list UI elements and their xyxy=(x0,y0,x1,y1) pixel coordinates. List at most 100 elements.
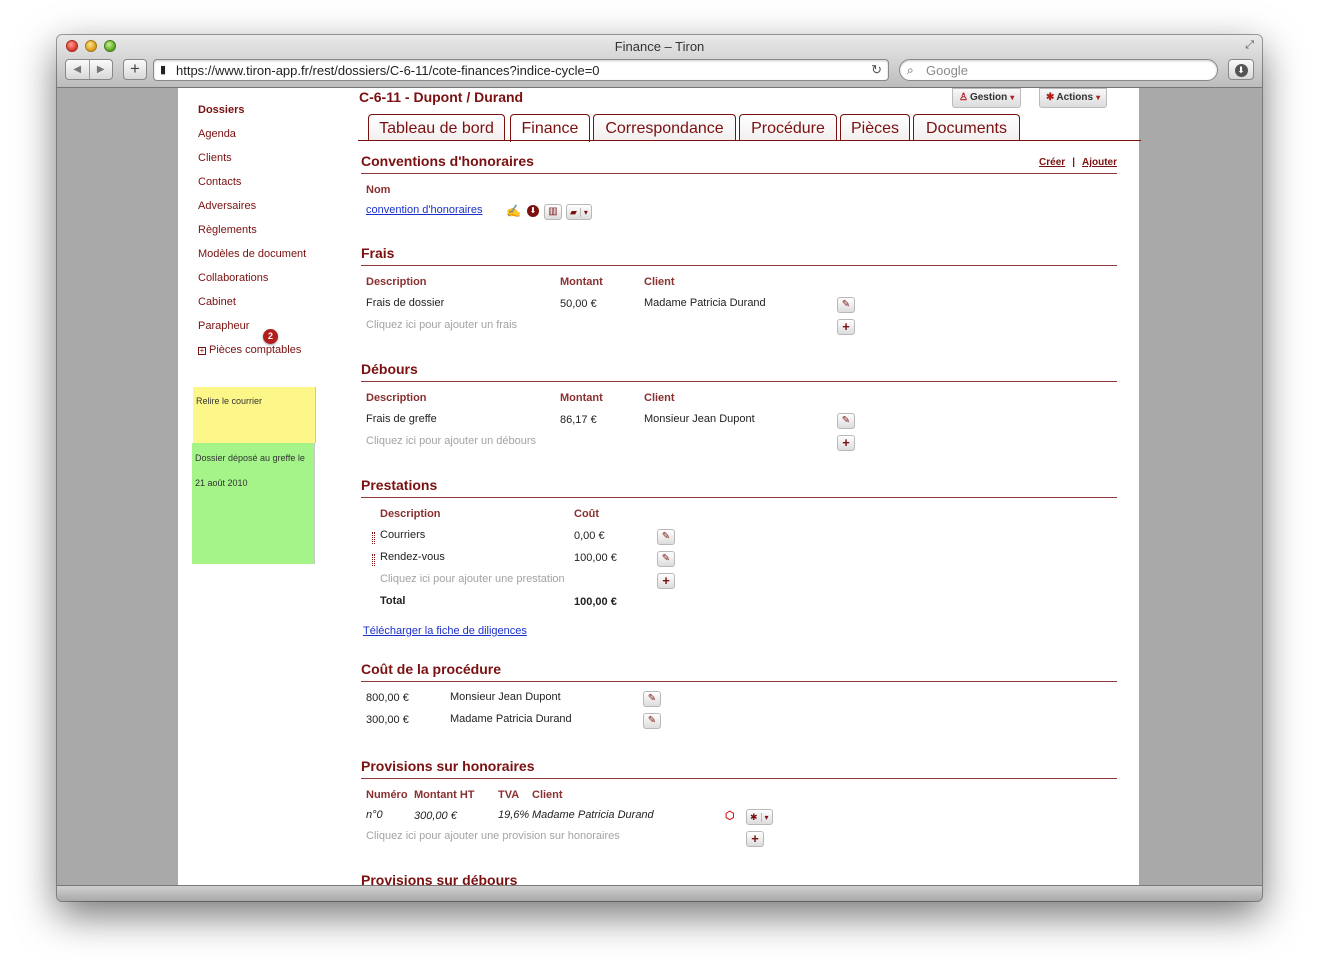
tab-correspondance[interactable]: Correspondance xyxy=(593,114,736,141)
tab-procedure[interactable]: Procédure xyxy=(739,114,837,141)
sidebar-item-reglements[interactable]: Règlements xyxy=(198,222,348,246)
edit-icon: ✎ xyxy=(647,693,657,704)
plus-icon: + xyxy=(842,319,850,334)
debours-montant: 86,17 € xyxy=(560,414,597,426)
section-title: Coût de la procédure xyxy=(361,661,502,677)
gear-icon: ✱ xyxy=(1046,92,1055,103)
add-prestation-hint[interactable]: Cliquez ici pour ajouter une prestation xyxy=(380,573,565,585)
add-debours-hint[interactable]: Cliquez ici pour ajouter un débours xyxy=(366,435,536,447)
column-header-montant: Montant xyxy=(560,276,603,288)
drag-handle-icon[interactable] xyxy=(372,554,375,566)
chevron-down-icon: ▾ xyxy=(1010,93,1015,102)
expand-icon[interactable]: + xyxy=(198,347,206,355)
prestation-cout: 100,00 € xyxy=(574,552,617,564)
search-icon: ⌕ xyxy=(907,63,914,77)
add-debours-button[interactable]: + xyxy=(837,435,855,451)
creer-link[interactable]: Créer xyxy=(1039,157,1065,168)
tab-tableau-de-bord[interactable]: Tableau de bord xyxy=(368,114,505,141)
title-bar: Finance – Tiron ⤢ ◀ ▶ + ▮ https://www.ti… xyxy=(57,35,1262,88)
sticky-note-green[interactable]: Dossier déposé au greffe le 21 août 2010 xyxy=(192,443,315,564)
sidebar-item-cabinet[interactable]: Cabinet xyxy=(198,294,348,318)
add-provision-hint[interactable]: Cliquez ici pour ajouter une provision s… xyxy=(366,830,620,842)
fullscreen-icon[interactable]: ⤢ xyxy=(1245,39,1254,52)
edit-document-icon[interactable]: ✍ xyxy=(506,204,521,218)
add-prestation-button[interactable]: + xyxy=(657,573,675,589)
tab-documents[interactable]: Documents xyxy=(913,114,1020,141)
prestation-description: Courriers xyxy=(380,529,426,541)
gestion-button[interactable]: ♙ Gestion ▾ xyxy=(952,88,1022,108)
edit-button[interactable]: ✎ xyxy=(657,551,675,567)
page-viewport: Dossiers Agenda Clients Contacts Adversa… xyxy=(57,88,1262,885)
debours-description: Frais de greffe xyxy=(366,413,437,425)
browser-window: Finance – Tiron ⤢ ◀ ▶ + ▮ https://www.ti… xyxy=(57,35,1262,901)
tab-pieces[interactable]: Pièces xyxy=(840,114,910,141)
column-header-description: Description xyxy=(366,276,427,288)
download-diligences-link[interactable]: Télécharger la fiche de diligences xyxy=(363,625,527,637)
status-bar xyxy=(57,885,1262,901)
forward-button[interactable]: ▶ xyxy=(90,60,113,79)
section-links: Créer | Ajouter xyxy=(1039,157,1117,168)
gear-icon: ✱ xyxy=(750,812,758,822)
sidebar-item-label: Pièces comptables xyxy=(209,344,302,356)
search-bar[interactable]: ⌕ Google xyxy=(899,59,1218,81)
downloads-button[interactable]: ⬇ xyxy=(1228,59,1254,80)
pdf-icon[interactable]: ⬡ xyxy=(725,808,739,824)
column-header-description: Description xyxy=(380,508,441,520)
sidebar-item-modeles[interactable]: Modèles de document xyxy=(198,246,348,270)
chevron-down-icon: ▾ xyxy=(1096,93,1101,102)
provision-client: Madame Patricia Durand xyxy=(532,809,654,821)
sidebar-item-clients[interactable]: Clients xyxy=(198,150,348,174)
edit-icon: ✎ xyxy=(841,415,851,426)
sticky-note-yellow[interactable]: Relire le courrier xyxy=(193,387,316,443)
add-frais-button[interactable]: + xyxy=(837,319,855,335)
separator: | xyxy=(1072,157,1075,168)
download-icon[interactable]: ⬇ xyxy=(527,205,539,217)
edit-icon: ✎ xyxy=(841,299,851,310)
sidebar-item-agenda[interactable]: Agenda xyxy=(198,126,348,150)
section-title: Conventions d'honoraires xyxy=(361,153,534,169)
cout-client: Monsieur Jean Dupont xyxy=(450,691,561,703)
sidebar-item-pieces-comptables[interactable]: + Pièces comptables xyxy=(198,342,348,366)
cout-montant: 800,00 € xyxy=(366,692,409,704)
parapheur-badge: 2 xyxy=(263,329,278,344)
edit-button[interactable]: ✎ xyxy=(643,713,661,729)
url-text[interactable]: https://www.tiron-app.fr/rest/dossiers/C… xyxy=(176,63,600,78)
sidebar-item-contacts[interactable]: Contacts xyxy=(198,174,348,198)
add-bookmark-button[interactable]: + xyxy=(123,59,147,80)
address-bar[interactable]: ▮ https://www.tiron-app.fr/rest/dossiers… xyxy=(153,59,889,81)
edit-button[interactable]: ✎ xyxy=(837,413,855,429)
folder-icon: ▰ xyxy=(570,207,577,217)
column-header-numero: Numéro xyxy=(366,789,408,801)
reload-icon[interactable]: ↻ xyxy=(871,62,882,78)
sidebar-item-adversaires[interactable]: Adversaires xyxy=(198,198,348,222)
sidebar-item-dossiers[interactable]: Dossiers xyxy=(198,102,348,126)
column-header-montant: Montant xyxy=(560,392,603,404)
total-value: 100,00 € xyxy=(574,596,617,608)
actions-button[interactable]: ✱ Actions ▾ xyxy=(1039,88,1108,108)
section-divider xyxy=(361,381,1117,382)
column-header-tva: TVA xyxy=(498,789,520,801)
convention-document-link[interactable]: convention d'honoraires xyxy=(366,204,482,216)
delete-button[interactable]: ▥ xyxy=(544,204,562,220)
frais-montant: 50,00 € xyxy=(560,298,597,310)
edit-button[interactable]: ✎ xyxy=(837,297,855,313)
edit-button[interactable]: ✎ xyxy=(657,529,675,545)
provision-actions-button[interactable]: ✱ ▾ xyxy=(746,809,773,825)
edit-icon: ✎ xyxy=(647,715,657,726)
cout-client: Madame Patricia Durand xyxy=(450,713,572,725)
add-frais-hint[interactable]: Cliquez ici pour ajouter un frais xyxy=(366,319,517,331)
folder-menu-button[interactable]: ▰ ▾ xyxy=(566,204,592,220)
gestion-label: Gestion xyxy=(969,92,1008,103)
tab-finance[interactable]: Finance xyxy=(510,114,590,142)
column-header-client: Client xyxy=(532,789,563,801)
ajouter-link[interactable]: Ajouter xyxy=(1082,157,1117,168)
sidebar-item-collaborations[interactable]: Collaborations xyxy=(198,270,348,294)
column-header-montant-ht: Montant HT xyxy=(414,789,475,801)
drag-handle-icon[interactable] xyxy=(372,532,375,544)
back-button[interactable]: ◀ xyxy=(66,60,90,79)
provision-numero: n°0 xyxy=(366,809,383,821)
total-label: Total xyxy=(380,595,406,607)
add-provision-button[interactable]: + xyxy=(746,831,764,847)
search-input[interactable]: Google xyxy=(926,63,968,78)
edit-button[interactable]: ✎ xyxy=(643,691,661,707)
